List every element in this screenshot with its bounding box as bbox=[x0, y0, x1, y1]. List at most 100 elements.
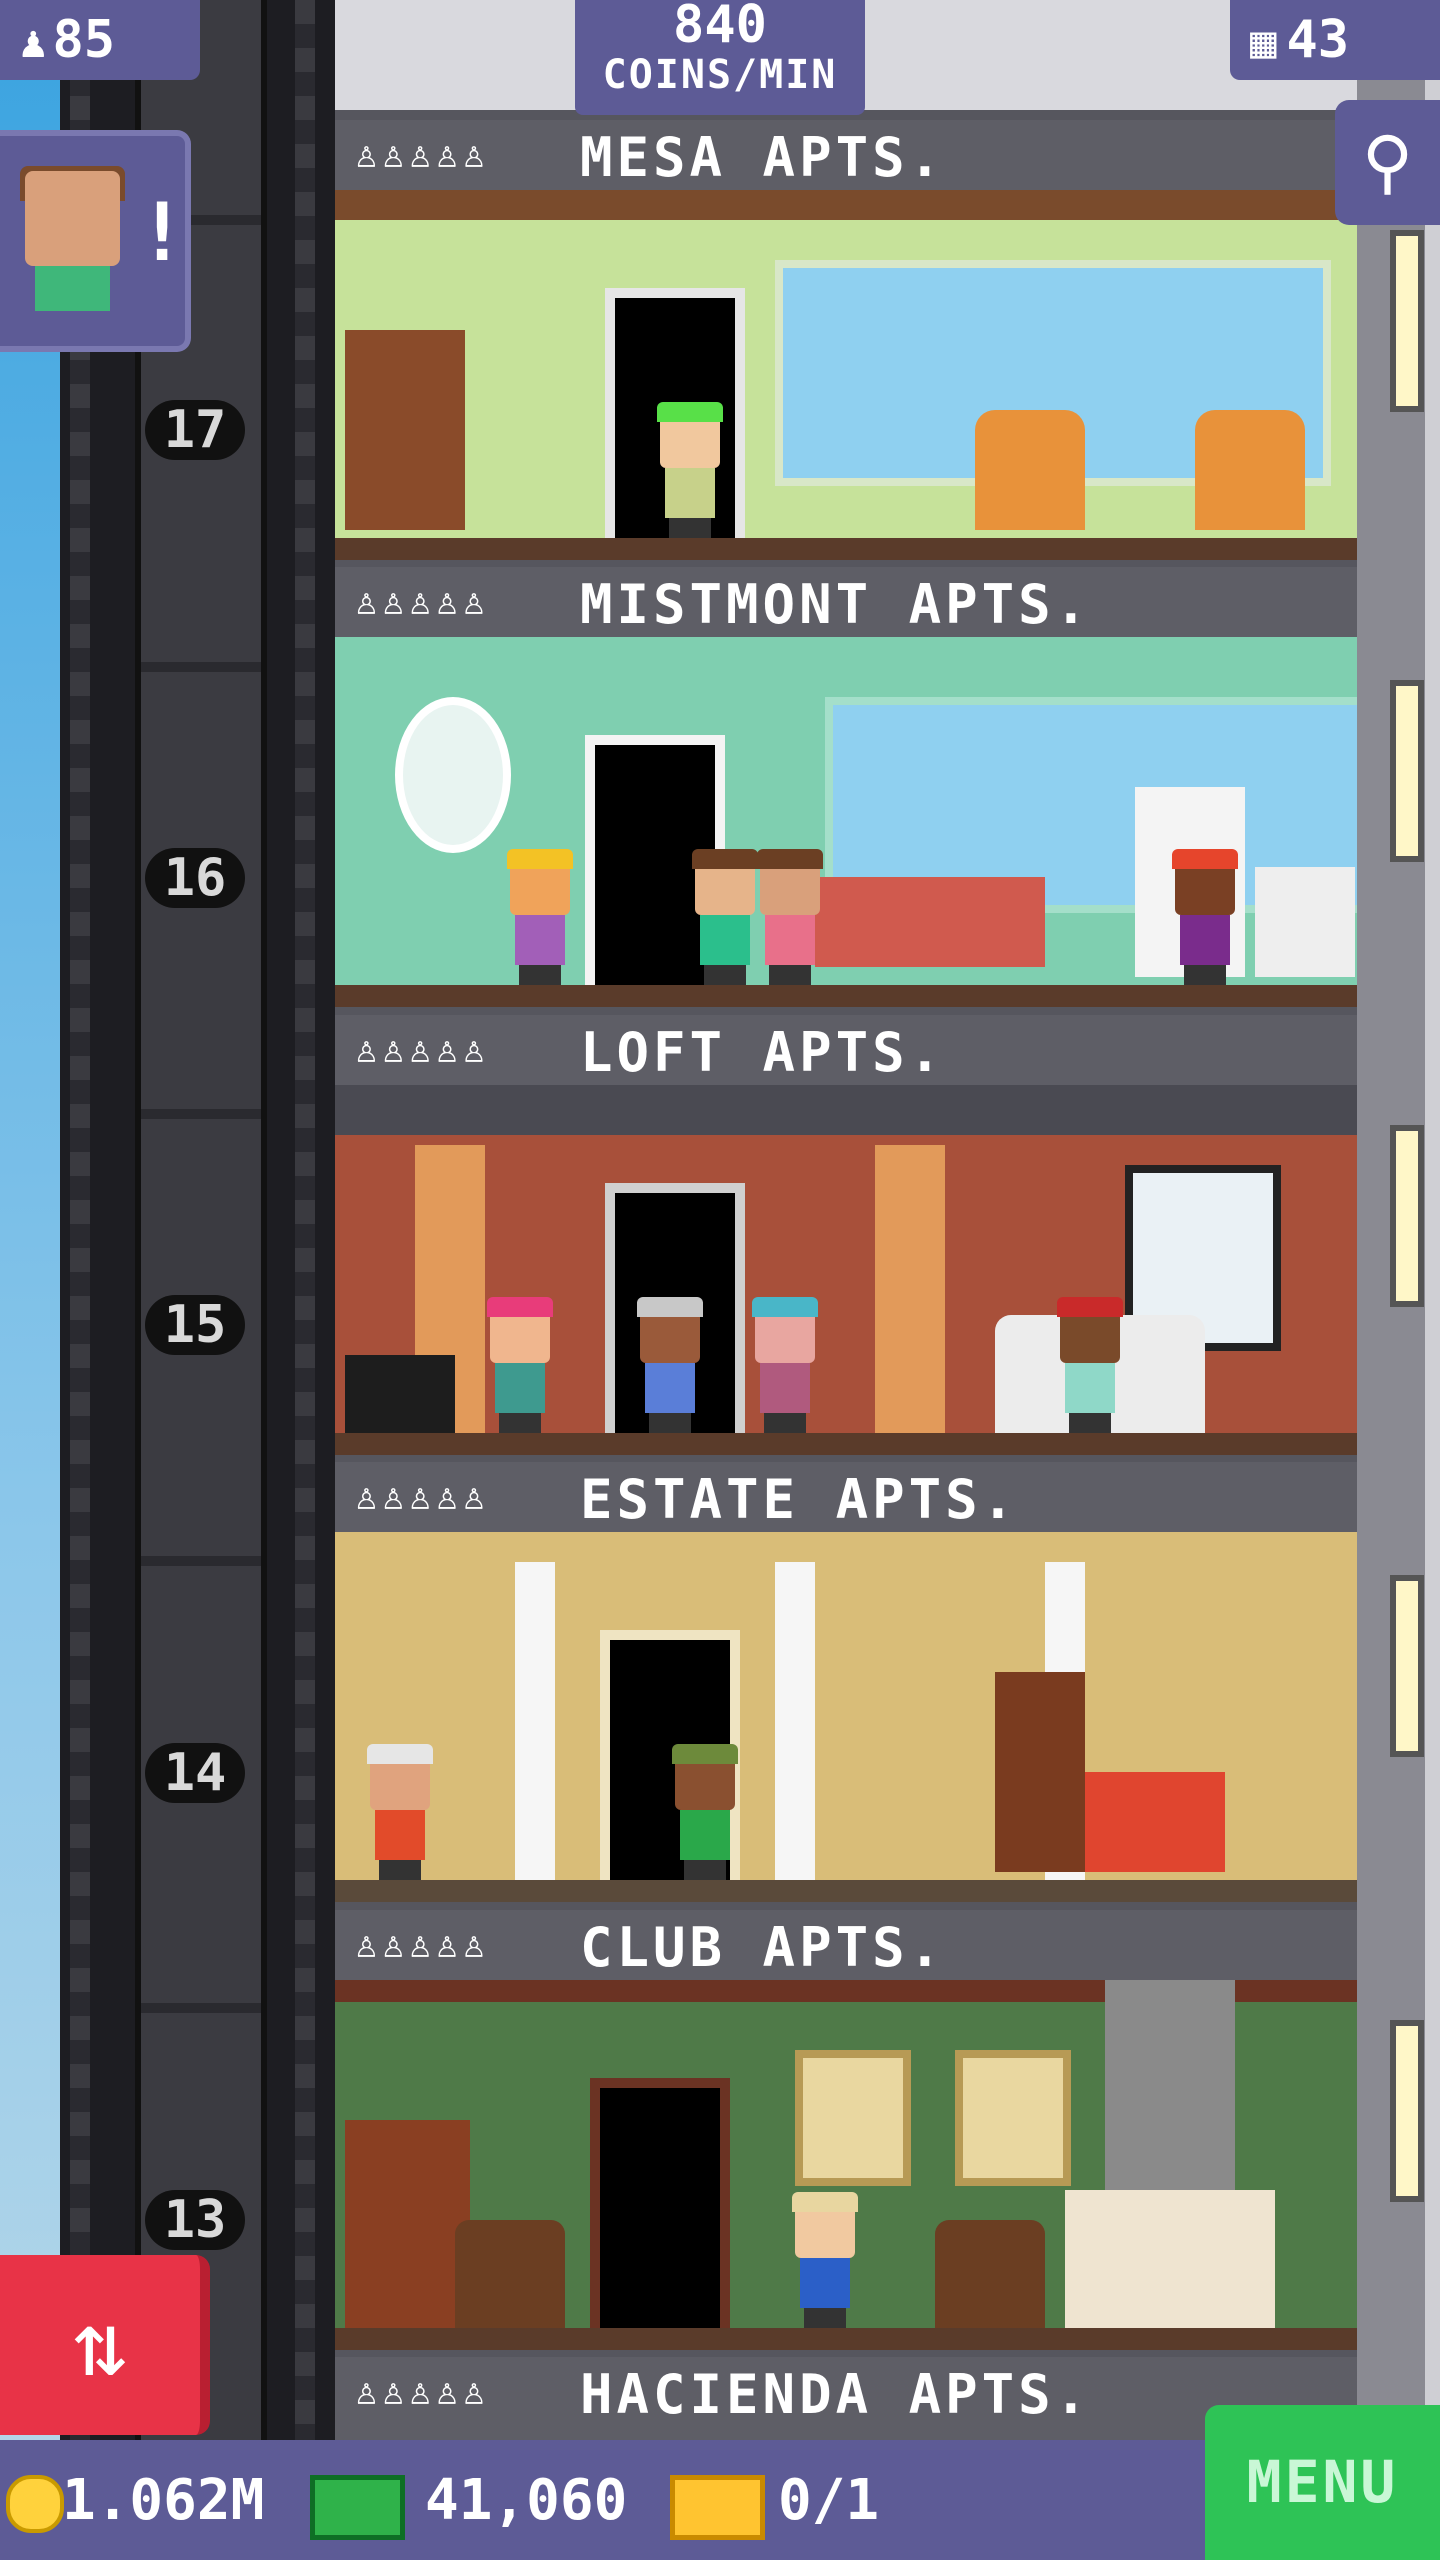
floor-number-17: 17 bbox=[145, 400, 245, 460]
column bbox=[775, 1562, 815, 1902]
wall-lamp bbox=[1390, 680, 1424, 862]
room-mistmont-apts[interactable] bbox=[335, 637, 1357, 1007]
floor-number-16: 16 bbox=[145, 848, 245, 908]
ticket-icon bbox=[670, 2475, 765, 2540]
coins-per-min-label: COINS/MIN bbox=[602, 52, 838, 98]
ceiling-beam bbox=[335, 1085, 1357, 1135]
wall-lamp bbox=[1390, 1125, 1424, 1307]
elevator-button[interactable]: ⇅ bbox=[0, 2255, 210, 2435]
bookshelf bbox=[345, 2120, 470, 2330]
chimney bbox=[1105, 1980, 1235, 2200]
resident-icons: ♙♙♙♙♙ bbox=[355, 1474, 490, 1518]
tickets-value[interactable]: 0/1 bbox=[778, 2468, 879, 2533]
armchair bbox=[935, 2220, 1045, 2330]
resident[interactable] bbox=[1170, 849, 1240, 985]
room-club-apts[interactable] bbox=[335, 1980, 1357, 2350]
floor-count-value: 43 bbox=[1286, 10, 1350, 70]
avatar-shirt bbox=[35, 266, 110, 311]
resident[interactable] bbox=[690, 849, 760, 985]
tower-bux-value[interactable]: 41,060 bbox=[425, 2468, 627, 2533]
resident-icons: ♙♙♙♙♙ bbox=[355, 2369, 490, 2413]
notification-button[interactable]: ! bbox=[0, 130, 191, 352]
avatar bbox=[25, 171, 120, 266]
pillar bbox=[875, 1145, 945, 1445]
floor-strip bbox=[335, 985, 1357, 1007]
resident-icons: ♙♙♙♙♙ bbox=[355, 1922, 490, 1966]
room-mesa-apts[interactable] bbox=[335, 190, 1357, 560]
room-loft-apts[interactable] bbox=[335, 1085, 1357, 1455]
resident[interactable] bbox=[1055, 1297, 1125, 1433]
building-icon: ▦ bbox=[1250, 17, 1277, 68]
bookshelf bbox=[345, 330, 465, 530]
floor-label-estate[interactable]: ♙♙♙♙♙ ESTATE APTS. bbox=[335, 1462, 1357, 1538]
population-counter[interactable]: ♟ 85 bbox=[0, 0, 200, 80]
portrait-frame bbox=[795, 2050, 911, 2186]
up-down-arrow-icon: ⇅ bbox=[72, 2292, 128, 2397]
floor-name: MESA APTS. bbox=[580, 126, 946, 189]
floor-strip bbox=[335, 1433, 1357, 1455]
coins-per-min-display: 840 COINS/MIN bbox=[575, 0, 865, 115]
floor-name: CLUB APTS. bbox=[580, 1916, 946, 1979]
floor-strip bbox=[335, 538, 1357, 560]
elevator-rail-left bbox=[70, 0, 90, 2440]
sky-background bbox=[0, 0, 60, 2560]
coin-icon bbox=[6, 2475, 64, 2533]
resident[interactable] bbox=[635, 1297, 705, 1433]
floor-counter[interactable]: ▦ 43 bbox=[1230, 0, 1440, 80]
resident-icons: ♙♙♙♙♙ bbox=[355, 1027, 490, 1071]
floor-name: MISTMONT APTS. bbox=[580, 573, 1092, 636]
armchair bbox=[975, 410, 1085, 530]
portrait-frame bbox=[955, 2050, 1071, 2186]
mirror bbox=[395, 697, 511, 853]
armchair bbox=[1195, 410, 1305, 530]
resident[interactable] bbox=[655, 402, 725, 538]
stove bbox=[1255, 867, 1355, 977]
floor-name: LOFT APTS. bbox=[580, 1021, 946, 1084]
floor-label-hacienda[interactable]: ♙♙♙♙♙ HACIENDA APTS. bbox=[335, 2357, 1357, 2446]
column bbox=[515, 1562, 555, 1902]
armchair bbox=[455, 2220, 565, 2330]
person-icon: ♟ bbox=[20, 17, 47, 68]
floor-number-14: 14 bbox=[145, 1743, 245, 1803]
stereo bbox=[345, 1355, 455, 1435]
elevator-rail-right bbox=[295, 0, 315, 2440]
floor-label-mesa[interactable]: ♙♙♙♙♙ MESA APTS. bbox=[335, 120, 1357, 196]
resident[interactable] bbox=[505, 849, 575, 985]
magnifier-icon: ⚲ bbox=[1361, 121, 1414, 203]
floor-number-13: 13 bbox=[145, 2190, 245, 2250]
resident[interactable] bbox=[755, 849, 825, 985]
fireplace bbox=[1065, 2190, 1275, 2330]
menu-button[interactable]: MENU bbox=[1205, 2405, 1440, 2560]
floor-label-loft[interactable]: ♙♙♙♙♙ LOFT APTS. bbox=[335, 1015, 1357, 1091]
elevator-column[interactable] bbox=[135, 0, 267, 2440]
floor-strip bbox=[335, 1880, 1357, 1902]
floor-label-club[interactable]: ♙♙♙♙♙ CLUB APTS. bbox=[335, 1910, 1357, 1986]
resident[interactable] bbox=[485, 1297, 555, 1433]
tower-edge bbox=[1425, 0, 1440, 2440]
floor-number-15: 15 bbox=[145, 1295, 245, 1355]
wall-lamp bbox=[1390, 2020, 1424, 2202]
wall-lamp bbox=[1390, 1575, 1424, 1757]
floor-strip bbox=[335, 2328, 1357, 2350]
resident-icons: ♙♙♙♙♙ bbox=[355, 132, 490, 176]
apartment-door bbox=[590, 2078, 730, 2328]
resident-icons: ♙♙♙♙♙ bbox=[355, 579, 490, 623]
room-estate-apts[interactable] bbox=[335, 1532, 1357, 1902]
search-button[interactable]: ⚲ bbox=[1335, 100, 1440, 225]
coins-per-min-value: 840 bbox=[673, 0, 767, 55]
resident[interactable] bbox=[365, 1744, 435, 1880]
resident[interactable] bbox=[750, 1297, 820, 1433]
resident[interactable] bbox=[790, 2192, 860, 2328]
population-value: 85 bbox=[52, 10, 116, 70]
bookshelf bbox=[995, 1672, 1085, 1872]
floor-label-mistmont[interactable]: ♙♙♙♙♙ MISTMONT APTS. bbox=[335, 567, 1357, 643]
alert-icon: ! bbox=[138, 186, 187, 279]
resident[interactable] bbox=[670, 1744, 740, 1880]
coins-value[interactable]: 1.062M bbox=[62, 2468, 264, 2533]
floor-name: ESTATE APTS. bbox=[580, 1468, 1019, 1531]
ceiling-beam bbox=[335, 190, 1357, 220]
sofa bbox=[815, 877, 1045, 967]
wall-lamp bbox=[1390, 230, 1424, 412]
floor-name: HACIENDA APTS. bbox=[580, 2363, 1092, 2426]
tower-bux-icon bbox=[310, 2475, 405, 2540]
